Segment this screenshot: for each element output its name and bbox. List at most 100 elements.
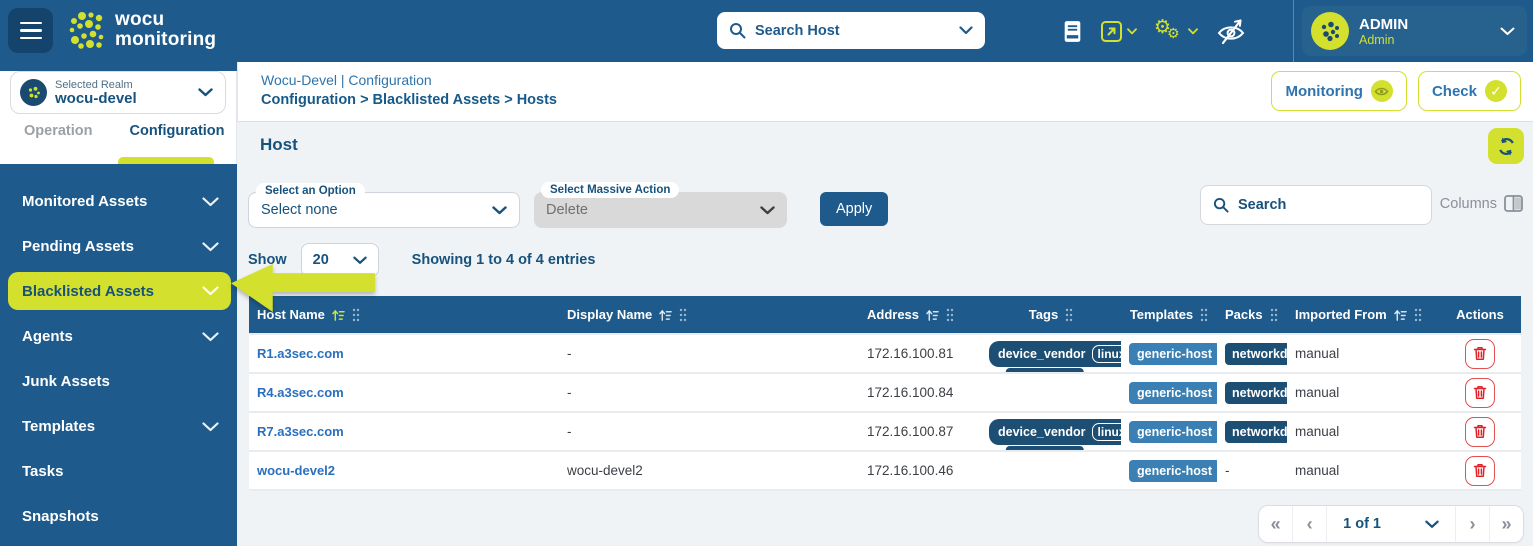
search-host-dropdown[interactable]: Search Host bbox=[717, 12, 985, 49]
trash-icon bbox=[1473, 424, 1487, 439]
user-menu[interactable]: ADMIN Admin bbox=[1302, 6, 1527, 56]
docs-book-icon[interactable] bbox=[1062, 19, 1083, 44]
gears-icon: ⚙⚙ bbox=[1154, 18, 1184, 44]
apply-button[interactable]: Apply bbox=[820, 192, 888, 226]
address-cell: 172.16.100.87 bbox=[859, 412, 981, 451]
table-search-input[interactable]: Search bbox=[1200, 185, 1432, 225]
tag-badge[interactable]: device_vendor linux bbox=[989, 419, 1121, 445]
tag-badge-clipped bbox=[1006, 368, 1084, 373]
sort-icon[interactable] bbox=[1394, 309, 1407, 321]
display-name-cell: - bbox=[559, 412, 859, 451]
tag-name: device_vendor bbox=[998, 425, 1086, 439]
tag-badge-clipped bbox=[1006, 446, 1084, 451]
pack-badge[interactable]: networkd.. bbox=[1225, 343, 1287, 365]
pack-badge[interactable]: networkd.. bbox=[1225, 421, 1287, 443]
massive-action-select[interactable]: Select Massive Action Delete bbox=[534, 192, 787, 228]
col-header-tags[interactable]: Tags bbox=[1029, 307, 1058, 322]
table-row: R7.a3sec.com - 172.16.100.87 device_vend… bbox=[249, 412, 1521, 451]
breadcrumb-band: Wocu-Devel | Configuration Configuration… bbox=[237, 62, 1533, 122]
col-header-address[interactable]: Address bbox=[867, 307, 919, 322]
drag-handle-icon[interactable] bbox=[1270, 308, 1278, 322]
refresh-button[interactable] bbox=[1488, 128, 1524, 164]
sidebar-item-snapshots[interactable]: Snapshots bbox=[0, 494, 237, 539]
search-icon bbox=[729, 22, 746, 39]
hosts-table: Host Name Display Name Address Tags bbox=[249, 296, 1521, 491]
sidebar-item-monitored-assets[interactable]: Monitored Assets bbox=[0, 179, 237, 224]
option-select[interactable]: Select an Option Select none bbox=[248, 192, 520, 228]
sort-icon[interactable] bbox=[659, 309, 672, 321]
col-header-imported-from[interactable]: Imported From bbox=[1295, 307, 1387, 322]
sidebar-item-label: Tasks bbox=[22, 463, 63, 480]
realm-selector[interactable]: Selected Realm wocu-devel bbox=[10, 71, 226, 114]
drag-handle-icon[interactable] bbox=[352, 308, 360, 322]
realm-icon bbox=[20, 79, 47, 106]
col-header-display-name[interactable]: Display Name bbox=[567, 307, 652, 322]
host-link[interactable]: wocu-devel2 bbox=[257, 463, 335, 478]
tab-configuration[interactable]: Configuration bbox=[129, 123, 224, 139]
chevron-down-icon bbox=[1127, 28, 1137, 35]
delete-button[interactable] bbox=[1465, 339, 1495, 369]
templates-cell: generic-host bbox=[1121, 373, 1217, 412]
col-header-host-name[interactable]: Host Name bbox=[257, 307, 325, 322]
drag-handle-icon[interactable] bbox=[1065, 308, 1073, 322]
sidebar-item-junk-assets[interactable]: Junk Assets bbox=[0, 359, 237, 404]
avatar bbox=[1311, 12, 1349, 50]
template-badge[interactable]: generic-host bbox=[1129, 421, 1217, 443]
sidebar-item-tasks[interactable]: Tasks bbox=[0, 449, 237, 494]
eye-icon bbox=[1371, 80, 1393, 102]
template-badge[interactable]: generic-host bbox=[1129, 343, 1217, 365]
sidebar-item-blacklisted-assets[interactable]: Blacklisted Assets bbox=[8, 272, 231, 310]
sidebar: Selected Realm wocu-devel Operation Conf… bbox=[0, 62, 237, 546]
sidebar-item-agents[interactable]: Agents bbox=[0, 314, 237, 359]
drag-handle-icon[interactable] bbox=[679, 308, 687, 322]
delete-button[interactable] bbox=[1465, 378, 1495, 408]
navbar-icon-group: ⚙⚙ bbox=[1062, 0, 1247, 62]
monitoring-button[interactable]: Monitoring bbox=[1271, 71, 1406, 111]
imported-from-cell: manual bbox=[1287, 451, 1439, 490]
page-size-select[interactable]: 20 bbox=[301, 243, 379, 277]
columns-button[interactable]: Columns bbox=[1440, 195, 1523, 212]
delete-button[interactable] bbox=[1465, 456, 1495, 486]
last-page-button[interactable]: » bbox=[1490, 505, 1523, 543]
external-link-menu[interactable] bbox=[1100, 20, 1137, 43]
template-badge[interactable]: generic-host bbox=[1129, 382, 1217, 404]
tags-cell bbox=[981, 451, 1121, 490]
tab-operation[interactable]: Operation bbox=[24, 123, 92, 139]
col-header-packs[interactable]: Packs bbox=[1225, 307, 1263, 322]
trash-icon bbox=[1473, 385, 1487, 400]
sidebar-item-label: Templates bbox=[22, 418, 95, 435]
sidebar-item-pending-assets[interactable]: Pending Assets bbox=[0, 224, 237, 269]
pack-badge[interactable]: networkd.. bbox=[1225, 382, 1287, 404]
drag-handle-icon[interactable] bbox=[1414, 308, 1422, 322]
col-header-templates[interactable]: Templates bbox=[1130, 307, 1193, 322]
drag-handle-icon[interactable] bbox=[946, 308, 954, 322]
sidebar-item-label: Junk Assets bbox=[22, 373, 110, 390]
packs-cell: - bbox=[1217, 451, 1287, 490]
user-role: Admin bbox=[1359, 33, 1408, 47]
host-link[interactable]: R1.a3sec.com bbox=[257, 346, 344, 361]
tag-badge[interactable]: device_vendor linux bbox=[989, 341, 1121, 367]
breadcrumb-path[interactable]: Configuration > Blacklisted Assets > Hos… bbox=[261, 92, 557, 108]
refresh-icon bbox=[1497, 137, 1516, 156]
template-badge[interactable]: generic-host bbox=[1129, 460, 1217, 482]
settings-menu[interactable]: ⚙⚙ bbox=[1154, 18, 1198, 44]
host-link[interactable]: R7.a3sec.com bbox=[257, 424, 344, 439]
sidebar-nav: Monitored Assets Pending Assets Blacklis… bbox=[0, 164, 237, 539]
prev-page-button[interactable]: ‹ bbox=[1293, 505, 1326, 543]
first-page-button[interactable]: « bbox=[1259, 505, 1292, 543]
sort-icon[interactable] bbox=[332, 309, 345, 321]
logo-word-2: monitoring bbox=[115, 30, 216, 50]
host-link[interactable]: R4.a3sec.com bbox=[257, 385, 344, 400]
delete-button[interactable] bbox=[1465, 417, 1495, 447]
eye-slash-icon[interactable] bbox=[1215, 17, 1247, 46]
sort-icon[interactable] bbox=[926, 309, 939, 321]
breadcrumb-context[interactable]: Wocu-Devel | Configuration bbox=[261, 72, 557, 88]
page-select[interactable]: 1 of 1 bbox=[1327, 516, 1455, 532]
sidebar-item-templates[interactable]: Templates bbox=[0, 404, 237, 449]
menu-icon[interactable] bbox=[8, 8, 53, 53]
check-button-label: Check bbox=[1432, 83, 1477, 100]
show-label: Show bbox=[248, 252, 287, 268]
drag-handle-icon[interactable] bbox=[1200, 308, 1208, 322]
next-page-button[interactable]: › bbox=[1456, 505, 1489, 543]
check-button[interactable]: Check ✓ bbox=[1418, 71, 1521, 111]
